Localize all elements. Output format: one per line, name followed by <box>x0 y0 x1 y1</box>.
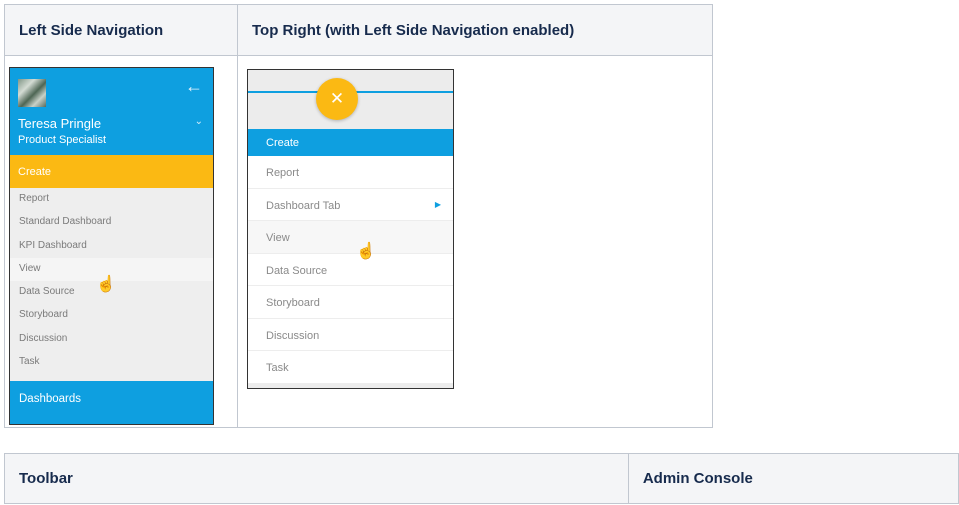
close-icon[interactable]: ✕ <box>316 78 358 120</box>
header-top-right: Top Right (with Left Side Navigation ena… <box>237 4 713 56</box>
menu-item-storyboard[interactable]: Storyboard <box>10 304 213 327</box>
menu-item-dashboard-tab[interactable]: Dashboard Tab ▶ <box>248 189 453 221</box>
chevron-down-icon[interactable]: ⌄ <box>195 116 203 127</box>
menu-item-label: Storyboard <box>266 297 320 309</box>
create-menu-header[interactable]: Create <box>248 129 453 156</box>
menu-item-label: Task <box>266 362 289 374</box>
menu-item-view[interactable]: View <box>248 221 453 254</box>
create-menu-header[interactable]: Create <box>10 155 213 188</box>
menu-item-label: Discussion <box>266 329 320 342</box>
dashboards-menu-header[interactable]: Dashboards <box>10 381 213 424</box>
menu-item-task[interactable]: Task <box>10 351 213 374</box>
menu-item-task[interactable]: Task <box>248 351 453 384</box>
menu-item-label: Report <box>266 167 300 179</box>
header-toolbar: Toolbar <box>4 453 629 504</box>
menu-item-kpi-dashboard[interactable]: KPI Dashboard <box>10 235 213 258</box>
user-role: Product Specialist <box>18 134 107 146</box>
menu-item-data-source[interactable]: Data Source <box>248 254 453 286</box>
menu-item-report[interactable]: Report <box>248 156 453 189</box>
menu-item-discussion[interactable]: Discussion <box>248 319 453 351</box>
user-panel: ← Teresa Pringle Product Specialist ⌄ <box>10 68 213 155</box>
menu-item-storyboard[interactable]: Storyboard <box>248 286 453 319</box>
left-side-navigation-image: ← Teresa Pringle Product Specialist ⌄ Cr… <box>9 67 214 425</box>
top-right-menu-image: ✕ Create Report Dashboard Tab ▶ View Data… <box>247 69 454 389</box>
hand-pointer-icon: ☝ <box>356 243 376 260</box>
menu-item-label: Dashboard Tab <box>266 199 341 212</box>
menu-item-report[interactable]: Report <box>10 188 213 211</box>
menu-item-label: Data Source <box>266 264 328 277</box>
hand-pointer-icon: ☝ <box>96 276 116 293</box>
menu-item-discussion[interactable]: Discussion <box>10 328 213 351</box>
create-menu-list: Report Dashboard Tab ▶ View Data Source S… <box>248 156 453 384</box>
user-name: Teresa Pringle <box>18 116 102 131</box>
caret-right-icon: ▶ <box>434 199 441 209</box>
header-left-side-navigation: Left Side Navigation <box>4 4 238 56</box>
toolbar-admin-table: Toolbar Admin Console <box>4 453 959 504</box>
menu-item-standard-dashboard[interactable]: Standard Dashboard <box>10 211 213 234</box>
avatar <box>18 79 46 107</box>
menu-item-label: View <box>266 232 290 244</box>
arrow-left-icon[interactable]: ← <box>185 76 203 97</box>
header-admin-console: Admin Console <box>627 453 959 504</box>
